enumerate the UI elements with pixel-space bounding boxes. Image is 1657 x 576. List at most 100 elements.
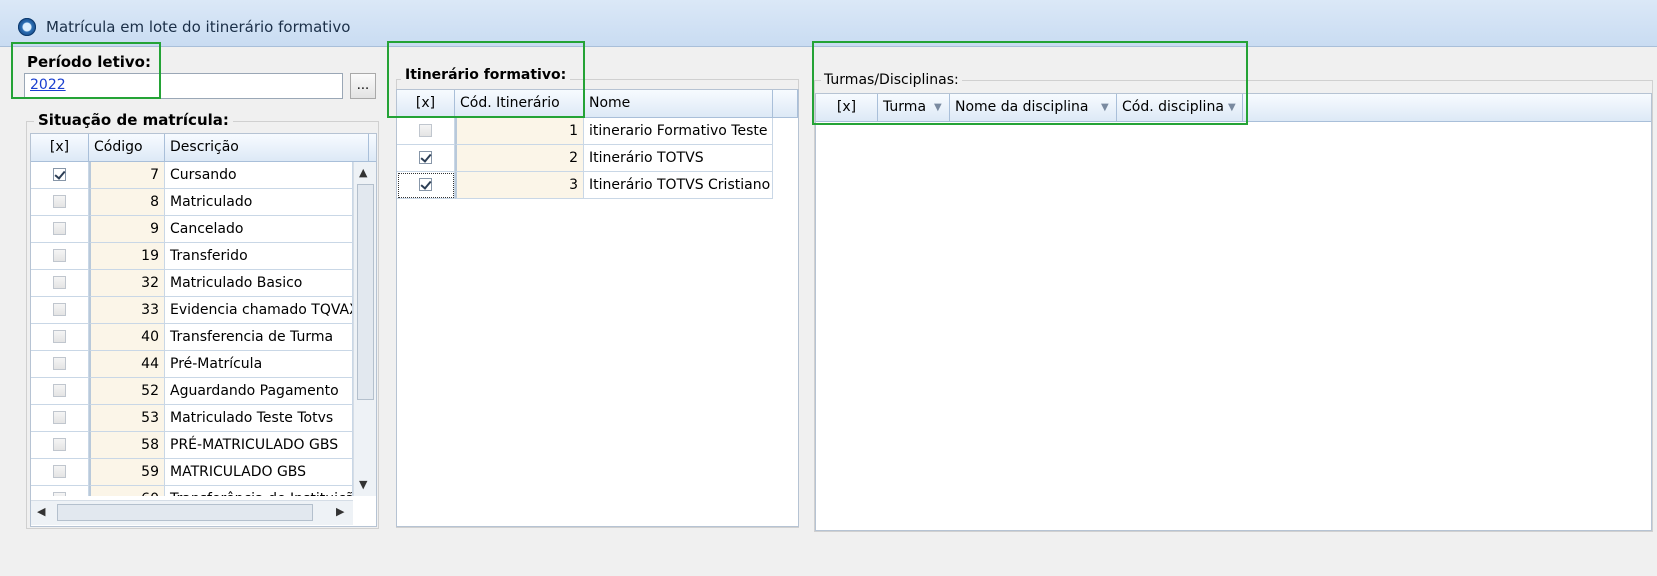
- turmas-grid: [x] Turma ▼ Nome da disciplina ▼ Cód. di…: [815, 93, 1652, 531]
- situacao-hscrollbar[interactable]: ◀ ▶: [31, 500, 353, 525]
- table-row[interactable]: 59 MATRICULADO GBS: [31, 459, 353, 486]
- itinerario-grid: [x] Cód. Itinerário Nome 1 itinerario For…: [396, 89, 799, 527]
- descricao-cell: Matriculado: [165, 189, 353, 216]
- table-row[interactable]: 8 Matriculado: [31, 189, 353, 216]
- descricao-cell: Transferido: [165, 243, 353, 270]
- itinerario-col-filler: [773, 90, 798, 118]
- row-checkbox[interactable]: [52, 357, 66, 370]
- codigo-cell: 53: [89, 405, 165, 432]
- codigo-cell: 44: [89, 351, 165, 378]
- table-row[interactable]: 33 Evidencia chamado TQVAX.: [31, 297, 353, 324]
- row-checkbox[interactable]: [52, 222, 66, 235]
- row-checkbox[interactable]: [52, 492, 66, 496]
- row-checkbox[interactable]: [52, 303, 66, 316]
- row-checkbox-cell[interactable]: [31, 216, 89, 243]
- descricao-cell: PRÉ-MATRICULADO GBS: [165, 432, 353, 459]
- situacao-hscroll-thumb[interactable]: [57, 504, 313, 521]
- row-checkbox[interactable]: [418, 124, 432, 137]
- codigo-cell: 19: [89, 243, 165, 270]
- row-checkbox-cell[interactable]: [397, 118, 455, 145]
- row-checkbox[interactable]: [52, 249, 66, 262]
- row-checkbox[interactable]: [52, 276, 66, 289]
- table-row[interactable]: 9 Cancelado: [31, 216, 353, 243]
- situacao-label: Situação de matrícula:: [34, 111, 233, 129]
- codigo-cell: 7: [89, 162, 165, 189]
- highlight-box-itinerario: [387, 41, 585, 118]
- table-row[interactable]: 32 Matriculado Basico: [31, 270, 353, 297]
- row-checkbox[interactable]: [52, 195, 66, 208]
- row-checkbox-cell[interactable]: [31, 162, 89, 189]
- row-checkbox[interactable]: [418, 151, 432, 164]
- table-row[interactable]: 40 Transferencia de Turma: [31, 324, 353, 351]
- situacao-vscroll-thumb[interactable]: [357, 184, 374, 400]
- codigo-cell: 3: [455, 172, 584, 199]
- codigo-cell: 32: [89, 270, 165, 297]
- table-row[interactable]: 19 Transferido: [31, 243, 353, 270]
- row-checkbox[interactable]: [52, 411, 66, 424]
- descricao-cell: Transferencia de Turma: [165, 324, 353, 351]
- table-row[interactable]: 60Transferência de Instituição: [31, 486, 353, 496]
- row-checkbox[interactable]: [52, 465, 66, 478]
- situacao-col-codigo[interactable]: Código: [89, 134, 165, 162]
- scroll-up-icon[interactable]: ▲: [359, 166, 367, 179]
- scroll-left-icon[interactable]: ◀: [37, 505, 45, 518]
- row-checkbox-cell[interactable]: [31, 405, 89, 432]
- codigo-cell: 8: [89, 189, 165, 216]
- situacao-col-check[interactable]: [x]: [31, 134, 89, 162]
- table-row[interactable]: 1 itinerario Formativo Teste: [397, 118, 773, 145]
- row-checkbox-cell[interactable]: [397, 172, 455, 199]
- codigo-cell: 1: [455, 118, 584, 145]
- codigo-cell: 9: [89, 216, 165, 243]
- codigo-cell: 60: [89, 486, 165, 496]
- descricao-cell: Matriculado Teste Totvs: [165, 405, 353, 432]
- nome-cell: Itinerário TOTVS Cristiano: [584, 172, 773, 199]
- table-row[interactable]: 53 Matriculado Teste Totvs: [31, 405, 353, 432]
- row-checkbox-cell[interactable]: [31, 189, 89, 216]
- descricao-cell: MATRICULADO GBS: [165, 459, 353, 486]
- situacao-rows: 7 Cursando 8 Matriculado 9 Cancelado 19 Transfe…: [31, 162, 353, 496]
- table-row[interactable]: 44 Pré-Matrícula: [31, 351, 353, 378]
- codigo-cell: 2: [455, 145, 584, 172]
- row-checkbox-cell[interactable]: [31, 351, 89, 378]
- descricao-cell: Aguardando Pagamento: [165, 378, 353, 405]
- periodo-browse-button[interactable]: ...: [350, 73, 376, 99]
- row-checkbox-cell[interactable]: [31, 243, 89, 270]
- row-checkbox[interactable]: [52, 384, 66, 397]
- itinerario-rows: 1 itinerario Formativo Teste 2 Itinerário T…: [397, 118, 773, 218]
- row-checkbox-cell[interactable]: [31, 378, 89, 405]
- row-checkbox-cell[interactable]: [397, 145, 455, 172]
- highlight-box-turmas: [812, 41, 1248, 125]
- row-checkbox[interactable]: [52, 438, 66, 451]
- row-checkbox-cell[interactable]: [31, 297, 89, 324]
- codigo-cell: 52: [89, 378, 165, 405]
- itinerario-col-nome[interactable]: Nome: [584, 90, 773, 118]
- row-checkbox[interactable]: [52, 168, 66, 181]
- scroll-down-icon[interactable]: ▼: [359, 478, 367, 491]
- codigo-cell: 40: [89, 324, 165, 351]
- row-checkbox-cell[interactable]: [31, 270, 89, 297]
- descricao-cell: Evidencia chamado TQVAX.: [165, 297, 353, 324]
- situacao-col-descricao[interactable]: Descrição: [165, 134, 369, 162]
- descricao-cell: Cancelado: [165, 216, 353, 243]
- table-row[interactable]: 3 Itinerário TOTVS Cristiano: [397, 172, 773, 199]
- scroll-right-icon[interactable]: ▶: [336, 505, 344, 518]
- row-checkbox-cell[interactable]: [31, 486, 89, 496]
- codigo-cell: 59: [89, 459, 165, 486]
- descricao-cell: Cursando: [165, 162, 353, 189]
- row-checkbox[interactable]: [418, 178, 432, 191]
- table-row[interactable]: 52 Aguardando Pagamento: [31, 378, 353, 405]
- nome-cell: itinerario Formativo Teste: [584, 118, 773, 145]
- table-row[interactable]: 7 Cursando: [31, 162, 353, 189]
- row-checkbox-cell[interactable]: [31, 324, 89, 351]
- nome-cell: Itinerário TOTVS: [584, 145, 773, 172]
- window-titlebar: Matrícula em lote do itinerário formativ…: [0, 0, 1657, 47]
- situacao-vscrollbar[interactable]: ▲ ▼: [353, 162, 376, 496]
- descricao-cell: Pré-Matrícula: [165, 351, 353, 378]
- table-row[interactable]: 2 Itinerário TOTVS: [397, 145, 773, 172]
- row-checkbox-cell[interactable]: [31, 432, 89, 459]
- highlight-box-periodo: [11, 42, 161, 99]
- row-checkbox[interactable]: [52, 330, 66, 343]
- row-checkbox-cell[interactable]: [31, 459, 89, 486]
- table-row[interactable]: 58 PRÉ-MATRICULADO GBS: [31, 432, 353, 459]
- situacao-grid: [x] Código Descrição 7 Cursando 8 Matricula…: [30, 133, 377, 527]
